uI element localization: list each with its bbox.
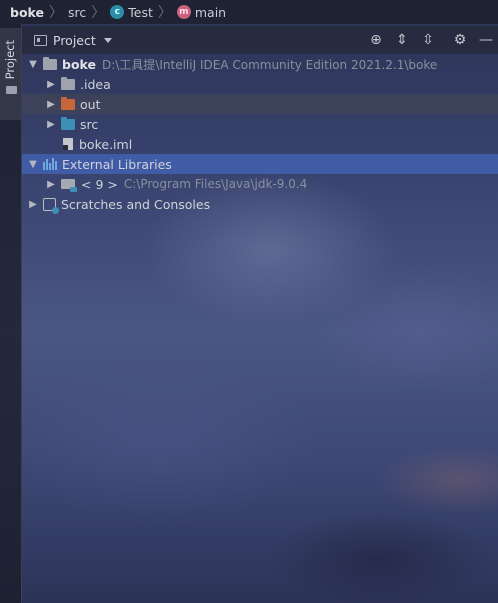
expand-all-icon[interactable]: ⇕ — [393, 31, 411, 49]
chevron-down-icon[interactable]: ▼ — [26, 57, 40, 71]
breadcrumb-item-boke[interactable]: boke — [10, 5, 44, 20]
tree-label: External Libraries — [62, 156, 172, 172]
breadcrumb-separator: 〉 — [49, 5, 63, 21]
folder-icon — [6, 86, 17, 94]
chevron-right-icon[interactable]: ▶ — [44, 77, 58, 91]
tree-label: src — [80, 116, 99, 132]
tree-row-out[interactable]: ▶ out — [22, 94, 498, 114]
chevron-right-icon[interactable]: ▶ — [44, 97, 58, 111]
tree-label: boke.iml — [79, 136, 133, 152]
tree-row-src[interactable]: ▶ src — [22, 114, 498, 134]
scratches-icon — [43, 197, 59, 214]
class-icon: c — [110, 5, 125, 19]
tree-path: C:\Program Files\Java\jdk-9.0.4 — [123, 177, 308, 191]
chevron-right-icon[interactable]: ▶ — [26, 197, 40, 211]
breadcrumb-separator: 〉 — [91, 5, 106, 21]
tree-row-root[interactable]: ▼ boke D:\工具提\IntelliJ IDEA Community Ed… — [22, 54, 498, 74]
project-tool-tab-label: Project — [3, 40, 17, 80]
breadcrumb-item-label: main — [194, 4, 227, 20]
tree-row-external-libraries[interactable]: ▼ External Libraries — [22, 154, 498, 174]
source-folder-icon — [61, 116, 75, 130]
breadcrumb-item-test[interactable]: c Test — [110, 5, 153, 20]
breadcrumb: boke 〉 src 〉 c Test 〉 m main — [0, 0, 498, 24]
tree-row-iml[interactable]: boke.iml — [22, 134, 498, 154]
chevron-right-icon[interactable]: ▶ — [44, 177, 58, 191]
tree-label: boke — [62, 56, 96, 72]
sdk-icon — [61, 179, 77, 192]
library-icon — [43, 158, 57, 170]
tree-label: out — [80, 96, 101, 112]
gear-icon[interactable]: ⚙ — [451, 31, 469, 49]
chevron-right-icon[interactable]: ▶ — [44, 117, 58, 131]
method-icon: m — [176, 5, 191, 19]
tree-label: Scratches and Consoles — [61, 196, 211, 212]
project-tool-tab[interactable]: Project — [0, 28, 21, 120]
breadcrumb-separator: 〉 — [157, 5, 172, 21]
locate-icon[interactable]: ⊕ — [367, 31, 385, 49]
folder-icon — [61, 76, 75, 90]
tree-row-scratches[interactable]: ▶ Scratches and Consoles — [22, 194, 498, 214]
breadcrumb-item-src[interactable]: src — [68, 5, 86, 20]
tree-label: .idea — [80, 76, 111, 92]
breadcrumb-item-main[interactable]: m main — [176, 4, 227, 20]
minimize-icon[interactable]: — — [477, 31, 495, 49]
excluded-folder-icon — [61, 96, 75, 110]
module-folder-icon — [43, 56, 57, 70]
tree-path: D:\工具提\IntelliJ IDEA Community Edition 2… — [102, 57, 438, 72]
collapse-all-icon[interactable]: ⇳ — [419, 31, 437, 49]
tree-label: < 9 > — [81, 176, 118, 192]
tree-row-jdk[interactable]: ▶ < 9 > C:\Program Files\Java\jdk-9.0.4 — [22, 174, 498, 194]
project-view-icon — [34, 34, 47, 46]
breadcrumb-item-label: Test — [128, 4, 153, 20]
project-panel-header: Project ⊕ ⇕ ⇳ ⚙ — — [22, 26, 498, 54]
tool-window-strip: Project — [0, 24, 22, 603]
file-icon — [63, 138, 73, 150]
chevron-down-icon[interactable] — [103, 37, 112, 43]
tree-row-idea[interactable]: ▶ .idea — [22, 74, 498, 94]
panel-title[interactable]: Project — [53, 33, 96, 48]
chevron-down-icon[interactable]: ▼ — [26, 157, 40, 171]
